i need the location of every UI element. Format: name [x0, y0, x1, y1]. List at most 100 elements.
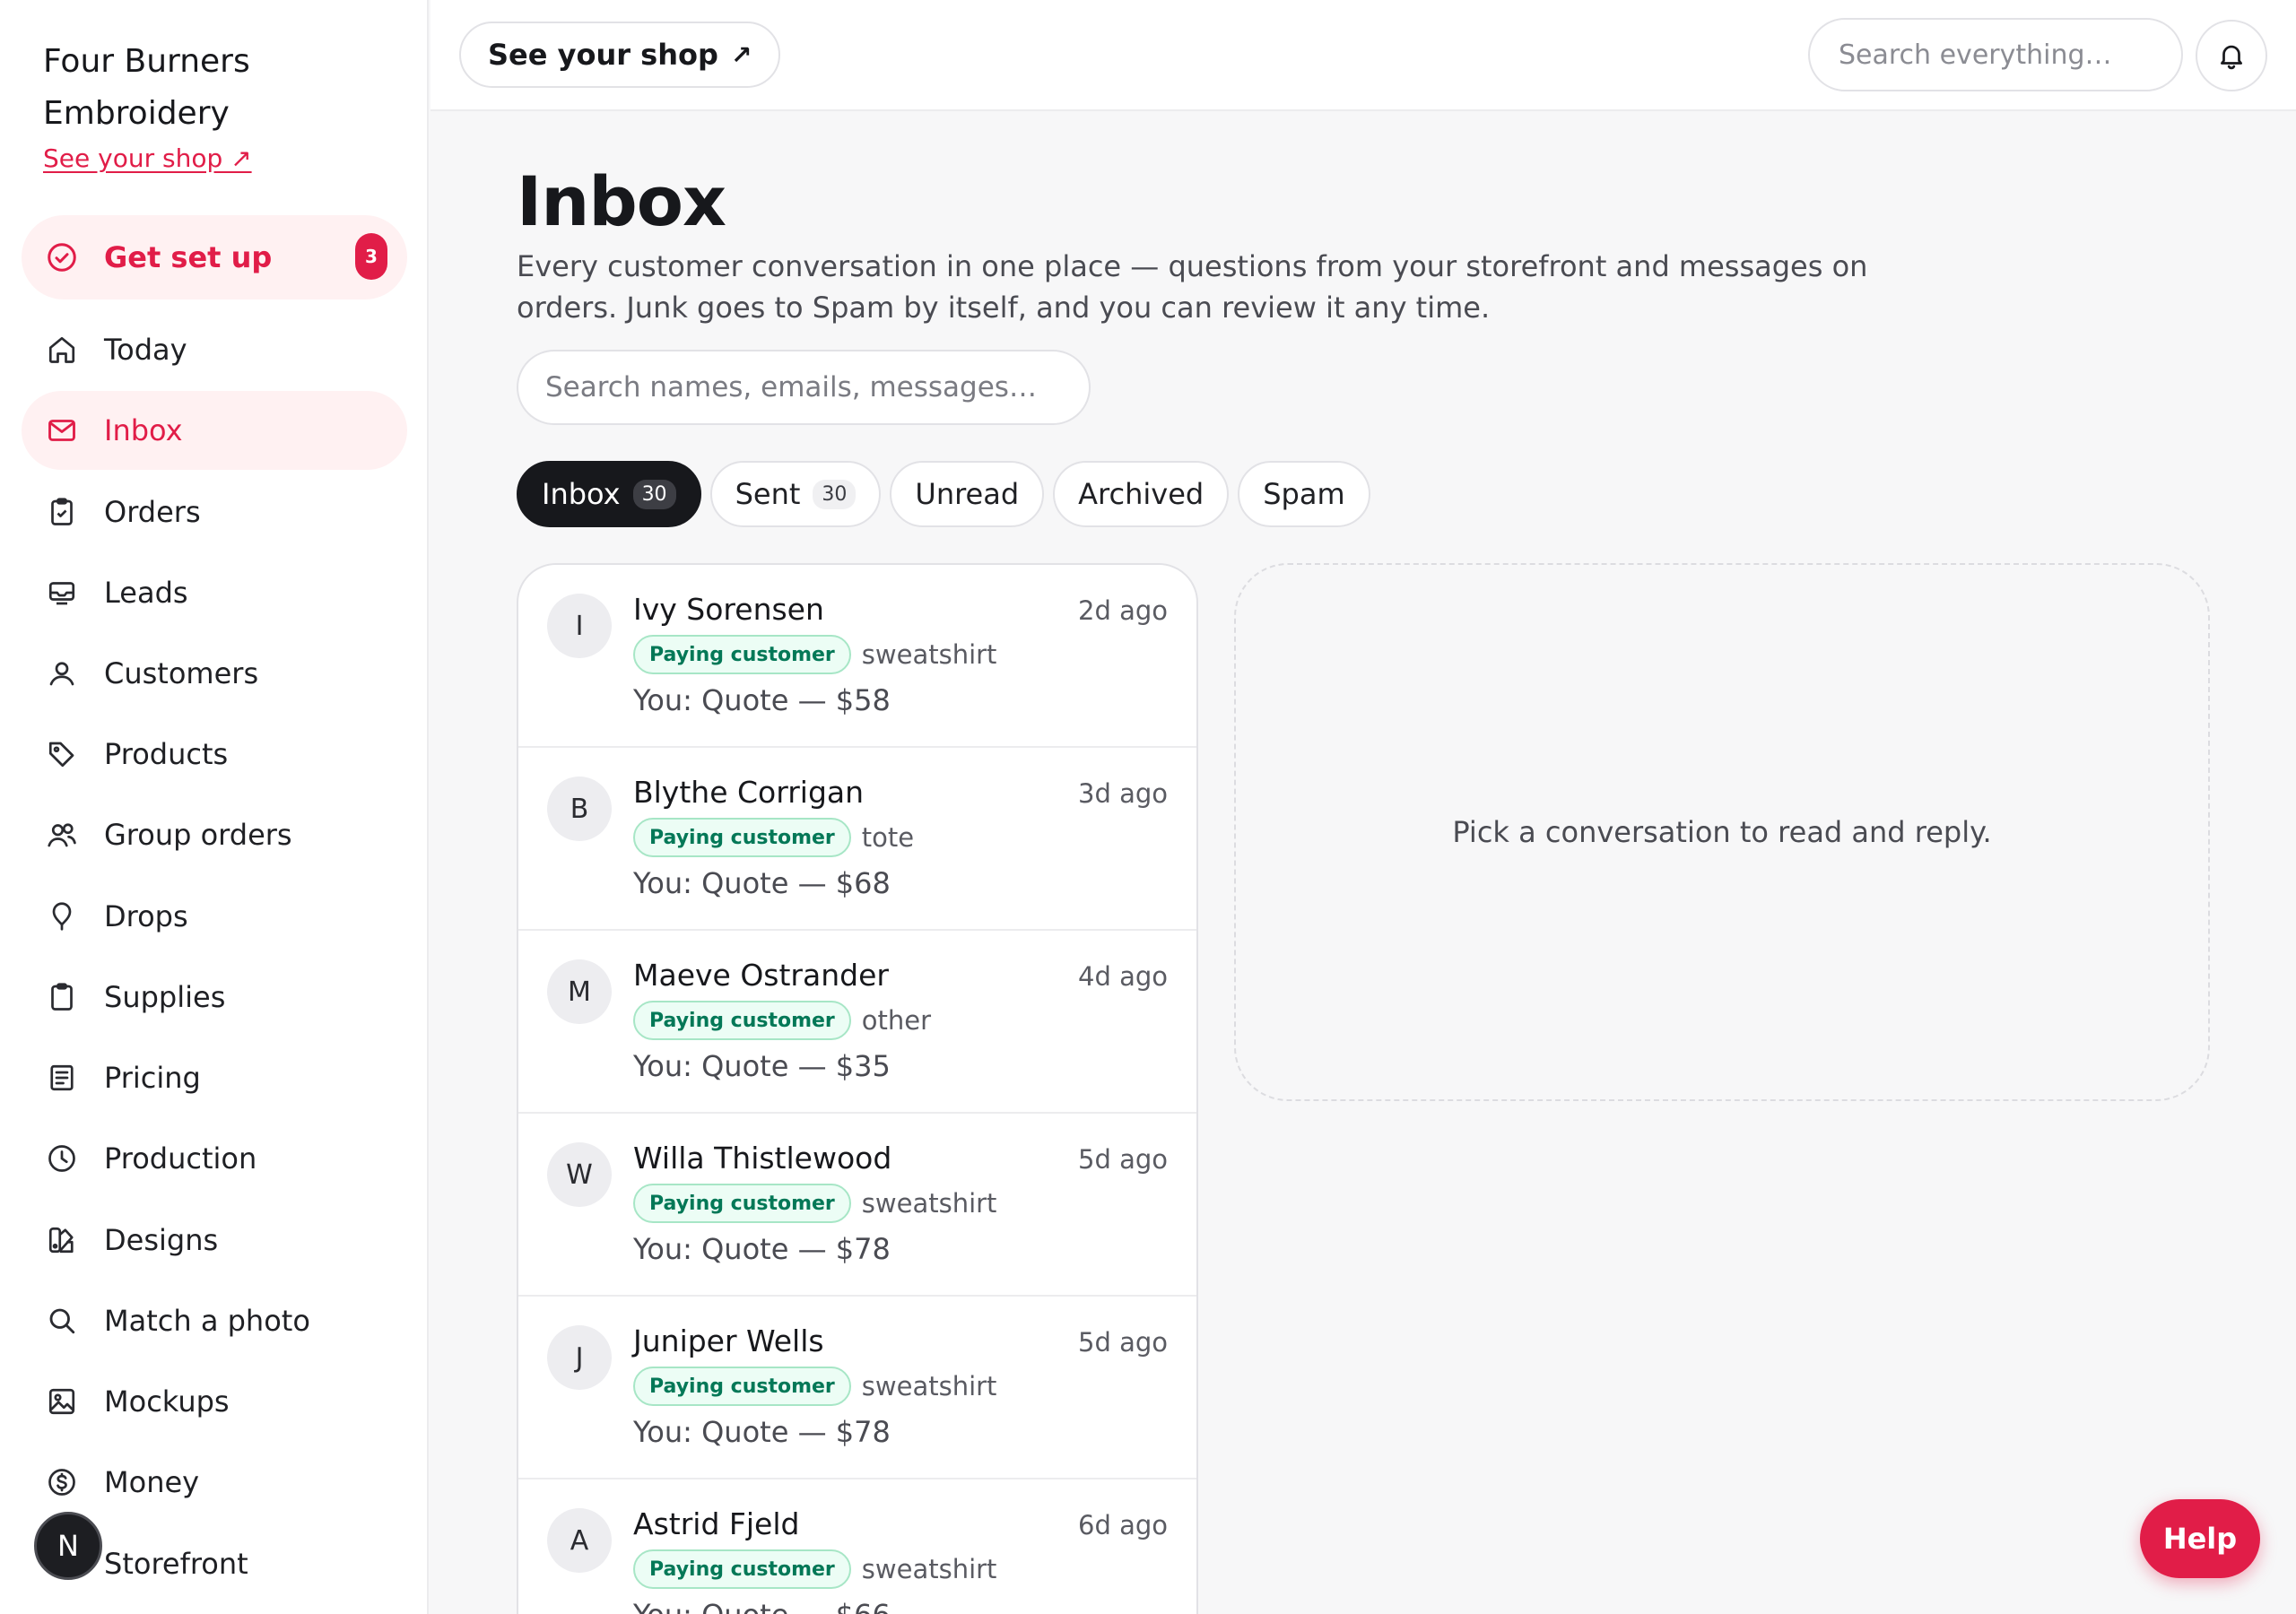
bell-icon — [2216, 40, 2247, 71]
sidebar-item-products[interactable]: Products — [22, 715, 407, 794]
top-bar: See your shop ↗ — [430, 0, 2296, 111]
sidebar-item-production[interactable]: Production — [22, 1119, 407, 1198]
sidebar-item-label: Match a photo — [104, 1304, 310, 1338]
sidebar-item-designs[interactable]: Designs — [22, 1201, 407, 1280]
see-your-shop-link[interactable]: See your shop ↗ — [43, 143, 252, 173]
avatar: M — [547, 959, 612, 1024]
clipboard-icon — [45, 980, 79, 1014]
sidebar-item-pricing[interactable]: Pricing — [22, 1038, 407, 1117]
get-set-up-label: Get set up — [104, 240, 273, 274]
status-badge: Paying customer — [633, 1184, 851, 1223]
status-badge: Paying customer — [633, 635, 851, 674]
tab-label: Spam — [1263, 477, 1345, 511]
sidebar-item-match-a-photo[interactable]: Match a photo — [22, 1281, 407, 1360]
conversation-time: 5d ago — [1078, 1144, 1168, 1175]
sidebar-item-label: Drops — [104, 899, 188, 933]
shop-name: Four Burners Embroidery — [43, 43, 250, 132]
user-icon — [45, 656, 79, 690]
conversation-row[interactable]: W Willa Thistlewood 5d ago Paying custom… — [518, 1114, 1196, 1297]
conversation-list: I Ivy Sorensen 2d ago Paying customer sw… — [517, 563, 1198, 1614]
conversation-time: 2d ago — [1078, 595, 1168, 626]
tab-unread[interactable]: Unread — [890, 461, 1045, 527]
avatar: I — [547, 594, 612, 658]
status-badge: Paying customer — [633, 1367, 851, 1406]
sidebar-item-leads[interactable]: Leads — [22, 553, 407, 632]
conversation-time: 5d ago — [1078, 1327, 1168, 1358]
mail-icon — [45, 413, 79, 447]
conversation-time: 3d ago — [1078, 778, 1168, 809]
user-avatar-button[interactable]: N — [34, 1512, 102, 1580]
image-icon — [45, 1384, 79, 1419]
inbox-tray-icon — [45, 576, 79, 610]
see-your-shop-label: See your shop — [488, 38, 718, 72]
sidebar-item-orders[interactable]: Orders — [22, 473, 407, 551]
sidebar-item-label: Designs — [104, 1223, 219, 1257]
notifications-button[interactable] — [2196, 20, 2267, 91]
check-circle-icon — [45, 240, 79, 274]
help-button[interactable]: Help — [2140, 1499, 2260, 1578]
sidebar-item-label: Pricing — [104, 1061, 201, 1095]
sidebar-item-label: Money — [104, 1465, 200, 1499]
sidebar-item-label: Supplies — [104, 980, 226, 1014]
product-type: other — [861, 1005, 932, 1036]
tab-archived[interactable]: Archived — [1053, 461, 1230, 527]
status-badge: Paying customer — [633, 818, 851, 857]
message-search-input[interactable] — [517, 350, 1091, 425]
sidebar-item-money[interactable]: Money — [22, 1443, 407, 1522]
tab-sent[interactable]: Sent 30 — [709, 461, 882, 527]
sidebar-item-today[interactable]: Today — [22, 310, 407, 389]
sidebar-item-customers[interactable]: Customers — [22, 634, 407, 713]
avatar: W — [547, 1142, 612, 1207]
avatar: J — [547, 1325, 612, 1390]
conversation-name: Astrid Fjeld — [633, 1506, 800, 1541]
home-icon — [45, 333, 79, 367]
sidebar-item-label: Today — [104, 333, 187, 367]
empty-state-text: Pick a conversation to read and reply. — [1452, 815, 1992, 849]
sidebar-item-drops[interactable]: Drops — [22, 877, 407, 956]
conversation-time: 4d ago — [1078, 961, 1168, 992]
users-icon — [45, 818, 79, 852]
conversation-preview: You: Quote — $68 — [633, 866, 891, 900]
tab-spam[interactable]: Spam — [1238, 461, 1370, 527]
inbox-tabs: Inbox 30 Sent 30 Unread Archived Spam — [517, 461, 1370, 527]
dollar-icon — [45, 1465, 79, 1499]
conversation-row[interactable]: M Maeve Ostrander 4d ago Paying customer… — [518, 931, 1196, 1114]
tab-label: Sent — [735, 477, 801, 511]
sidebar-item-label: Inbox — [104, 413, 183, 447]
tab-count-badge: 30 — [632, 479, 676, 509]
conversation-preview: You: Quote — $58 — [633, 683, 891, 717]
conversation-time: 6d ago — [1078, 1510, 1168, 1540]
conversation-name: Blythe Corrigan — [633, 775, 865, 810]
sidebar-item-inbox[interactable]: Inbox — [22, 391, 407, 470]
sidebar-item-supplies[interactable]: Supplies — [22, 958, 407, 1037]
avatar: B — [547, 777, 612, 841]
global-search-input[interactable] — [1808, 18, 2183, 91]
tab-inbox[interactable]: Inbox 30 — [517, 461, 701, 527]
sidebar-item-group-orders[interactable]: Group orders — [22, 795, 407, 874]
clipboard-check-icon — [45, 495, 79, 529]
search-icon — [45, 1304, 79, 1338]
sidebar-item-label: Group orders — [104, 818, 292, 852]
sidebar-item-mockups[interactable]: Mockups — [22, 1362, 407, 1441]
external-link-icon: ↗ — [730, 39, 752, 70]
conversation-name: Willa Thistlewood — [633, 1141, 892, 1176]
status-badge: Paying customer — [633, 1001, 851, 1040]
sidebar-item-label: Orders — [104, 495, 201, 529]
conversation-row[interactable]: I Ivy Sorensen 2d ago Paying customer sw… — [518, 565, 1196, 748]
product-type: sweatshirt — [861, 1188, 997, 1219]
page-description: Every customer conversation in one place… — [517, 249, 1868, 325]
conversation-row[interactable]: A Astrid Fjeld 6d ago Paying customer sw… — [518, 1480, 1196, 1614]
setup-count-badge: 3 — [355, 233, 387, 280]
see-your-shop-button[interactable]: See your shop ↗ — [459, 22, 781, 88]
conversation-row[interactable]: B Blythe Corrigan 3d ago Paying customer… — [518, 748, 1196, 931]
product-type: sweatshirt — [861, 1554, 997, 1584]
conversation-name: Maeve Ostrander — [633, 958, 889, 993]
tab-label: Archived — [1078, 477, 1205, 511]
get-set-up-button[interactable]: Get set up 3 — [22, 215, 407, 299]
conversation-preview: You: Quote — $78 — [633, 1232, 891, 1266]
product-type: sweatshirt — [861, 1371, 997, 1401]
conversation-reader-empty: Pick a conversation to read and reply. — [1234, 563, 2210, 1101]
conversation-row[interactable]: J Juniper Wells 5d ago Paying customer s… — [518, 1297, 1196, 1480]
avatar: A — [547, 1508, 612, 1573]
status-badge: Paying customer — [633, 1549, 851, 1589]
